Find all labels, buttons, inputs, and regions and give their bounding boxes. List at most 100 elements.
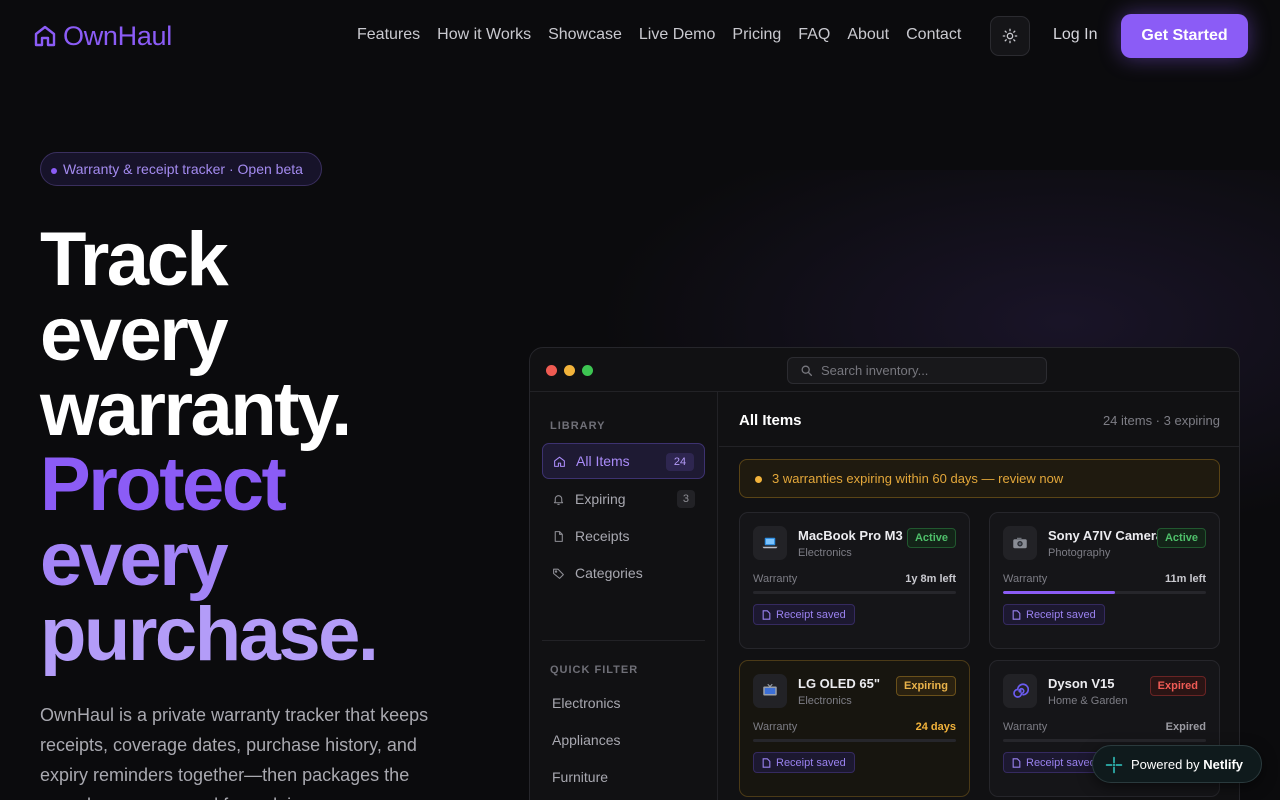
warranty-remaining: 24 days <box>915 721 956 733</box>
item-name: LG OLED 65" <box>798 676 881 691</box>
sidebar-item-label: Receipts <box>575 528 630 544</box>
receipt-icon <box>762 758 771 768</box>
expiring-count-badge: 3 <box>676 490 695 508</box>
hero-subtitle: OwnHaul is a private warranty tracker th… <box>40 705 429 800</box>
tag-icon <box>553 568 564 579</box>
library-title: LIBRARY <box>550 420 606 432</box>
item-category: Home & Garden <box>1048 695 1128 707</box>
item-thumbnail <box>1003 674 1037 708</box>
status-badge: Active <box>1156 528 1206 548</box>
nav-link-how-it-works[interactable]: How it Works <box>437 24 531 46</box>
item-card-lg-oled[interactable]: LG OLED 65" Electronics Expiring Warrant… <box>739 660 970 797</box>
warranty-remaining: Expired <box>1165 721 1206 733</box>
laptop-icon <box>762 537 778 549</box>
search-input[interactable] <box>787 357 1047 384</box>
receipt-label: Receipt saved <box>776 756 846 769</box>
receipt-label: Receipt saved <box>1026 608 1096 621</box>
status-badge: Expired <box>1149 676 1206 696</box>
main-title: All Items <box>739 412 802 429</box>
receipt-icon <box>762 610 771 620</box>
receipt-saved-badge[interactable]: Receipt saved <box>1003 752 1105 773</box>
netlify-logo-icon <box>1105 756 1123 774</box>
vacuum-icon <box>1013 683 1029 698</box>
sidebar-item-label: All Items <box>576 453 630 469</box>
app-preview-window: LIBRARY All Items 24 Expiring 3 Receipts… <box>529 347 1240 800</box>
badge-text: Warranty & receipt tracker · Open beta <box>63 161 303 177</box>
nav-link-faq[interactable]: FAQ <box>798 24 830 46</box>
warranty-remaining: 11m left <box>1165 573 1206 585</box>
login-link[interactable]: Log In <box>1053 24 1097 46</box>
bell-icon <box>553 494 564 505</box>
headline-line-5: every <box>40 517 229 602</box>
sidebar-divider <box>542 640 705 641</box>
warranty-progress-bar <box>1003 591 1206 594</box>
warranty-progress-bar <box>1003 739 1206 742</box>
receipt-saved-badge[interactable]: Receipt saved <box>1003 604 1105 625</box>
maximize-dot-icon <box>582 365 593 376</box>
filter-electronics[interactable]: Electronics <box>552 695 620 711</box>
item-thumbnail <box>1003 526 1037 560</box>
file-icon <box>554 530 563 542</box>
status-badge: Active <box>906 528 956 548</box>
beta-badge: Warranty & receipt tracker · Open beta <box>40 152 322 186</box>
brand-logo[interactable]: OwnHaul <box>33 22 172 50</box>
tv-icon <box>763 683 777 696</box>
receipt-label: Receipt saved <box>1026 756 1096 769</box>
receipt-label: Receipt saved <box>776 608 846 621</box>
netlify-text: Powered by Netlify <box>1131 757 1243 772</box>
powered-by-netlify-badge[interactable]: Powered by Netlify <box>1092 745 1262 783</box>
expiry-alert-banner[interactable]: 3 warranties expiring within 60 days — r… <box>739 459 1220 498</box>
filter-furniture[interactable]: Furniture <box>552 769 608 785</box>
netlify-prefix: Powered by <box>1131 756 1200 772</box>
sidebar-item-label: Categories <box>575 565 643 581</box>
theme-toggle-button[interactable] <box>990 16 1030 56</box>
sidebar-item-receipts[interactable]: Receipts <box>542 518 705 554</box>
camera-icon <box>1013 537 1027 549</box>
item-card-macbook[interactable]: MacBook Pro M3 Electronics Active Warran… <box>739 512 970 649</box>
house-logo-icon <box>34 25 56 47</box>
nav-link-features[interactable]: Features <box>357 24 420 46</box>
sidebar-item-all-items[interactable]: All Items 24 <box>542 443 705 479</box>
item-card-sony-camera[interactable]: Sony A7IV Camera Photography Active Warr… <box>989 512 1220 649</box>
hero-headline: Track every warranty. Protect every purc… <box>40 217 560 677</box>
nav-link-live-demo[interactable]: Live Demo <box>639 24 715 46</box>
warranty-label: Warranty <box>1003 721 1048 733</box>
warranty-remaining: 1y 8m left <box>905 573 956 585</box>
receipt-saved-badge[interactable]: Receipt saved <box>753 604 855 625</box>
nav-link-pricing[interactable]: Pricing <box>732 24 781 46</box>
main-header: All Items 24 items · 3 expiring <box>719 392 1239 447</box>
nav-link-about[interactable]: About <box>847 24 889 46</box>
warranty-progress-fill <box>1003 591 1115 594</box>
badge-dot-icon <box>51 168 57 174</box>
nav-link-showcase[interactable]: Showcase <box>548 24 622 46</box>
item-name: Sony A7IV Camera <box>1048 528 1164 543</box>
alert-dot-icon <box>755 476 762 483</box>
window-titlebar <box>530 348 1239 392</box>
headline-line-6: purchase. <box>40 592 379 677</box>
minimize-dot-icon <box>564 365 575 376</box>
item-name: Dyson V15 <box>1048 676 1115 691</box>
nav-links: Features How it Works Showcase Live Demo… <box>357 24 961 46</box>
get-started-button[interactable]: Get Started <box>1121 14 1248 58</box>
alert-text: 3 warranties expiring within 60 days — r… <box>772 471 1064 486</box>
status-badge: Expiring <box>895 676 956 696</box>
netlify-brand: Netlify <box>1203 756 1244 772</box>
brand-name: OwnHaul <box>63 21 172 51</box>
item-category: Electronics <box>798 547 852 559</box>
sidebar-item-label: Expiring <box>575 491 626 507</box>
sidebar-item-expiring[interactable]: Expiring 3 <box>542 481 705 517</box>
item-category: Electronics <box>798 695 852 707</box>
nav-link-contact[interactable]: Contact <box>906 24 961 46</box>
app-main-panel: All Items 24 items · 3 expiring 3 warran… <box>719 392 1239 800</box>
home-icon <box>554 456 565 467</box>
sun-icon <box>1002 28 1018 44</box>
item-category: Photography <box>1048 547 1111 559</box>
warranty-label: Warranty <box>753 721 798 733</box>
filter-appliances[interactable]: Appliances <box>552 732 621 748</box>
item-name: MacBook Pro M3 <box>798 528 903 543</box>
headline-line-2: every <box>40 292 229 377</box>
item-thumbnail <box>753 526 787 560</box>
receipt-saved-badge[interactable]: Receipt saved <box>753 752 855 773</box>
headline-line-1: Track <box>40 217 229 302</box>
sidebar-item-categories[interactable]: Categories <box>542 555 705 591</box>
